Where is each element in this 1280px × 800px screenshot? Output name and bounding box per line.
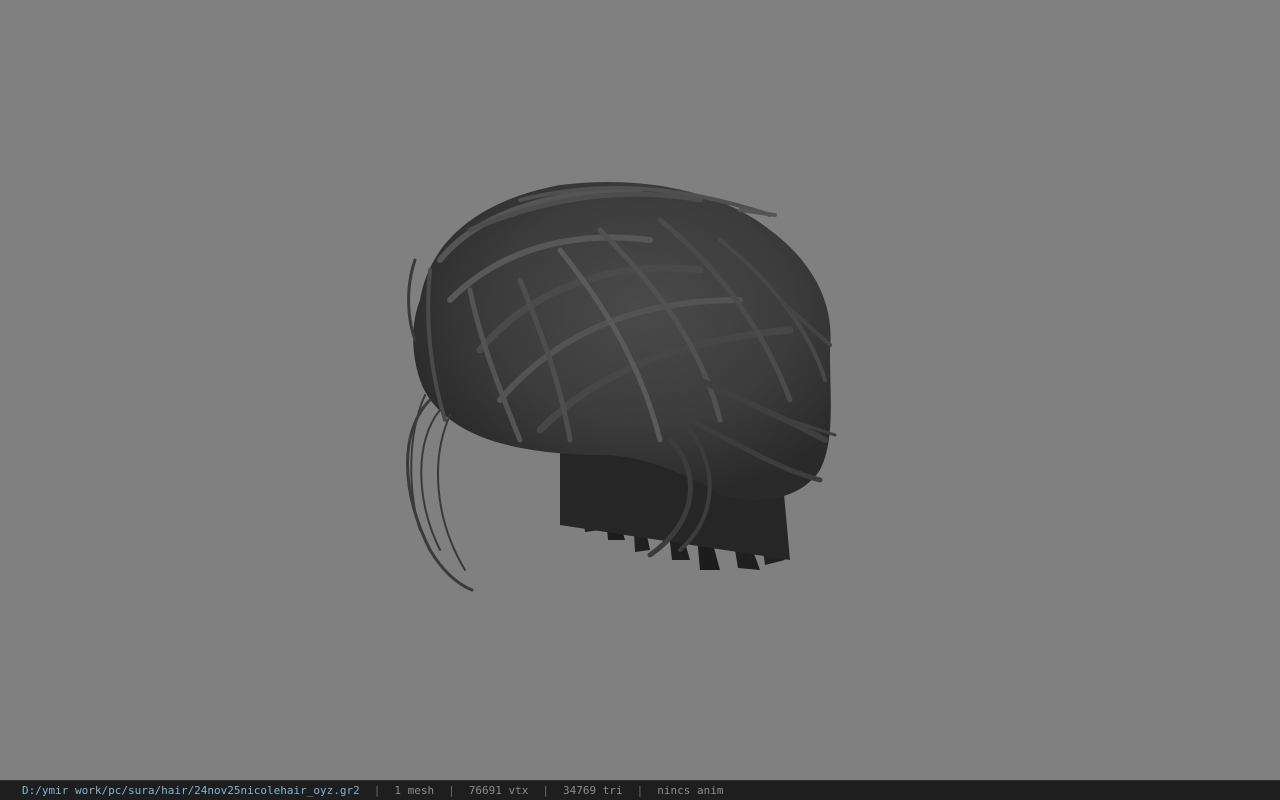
hair-model[interactable] [0, 0, 1280, 780]
3d-viewport[interactable] [0, 0, 1280, 780]
status-separator: | [542, 784, 549, 797]
mesh-count-label: 1 mesh [394, 784, 435, 797]
vertex-count-label: 76691 vtx [468, 784, 529, 797]
animation-status-label: nincs anim [657, 784, 724, 797]
status-separator: | [636, 784, 644, 797]
file-path-label: D:/ymir work/pc/sura/hair/24nov25nicoleh… [22, 784, 360, 797]
status-separator: | [448, 784, 455, 797]
status-bar: D:/ymir work/pc/sura/hair/24nov25nicoleh… [0, 780, 1280, 800]
triangle-count-label: 34769 tri [563, 784, 623, 797]
status-separator: | [373, 784, 381, 797]
